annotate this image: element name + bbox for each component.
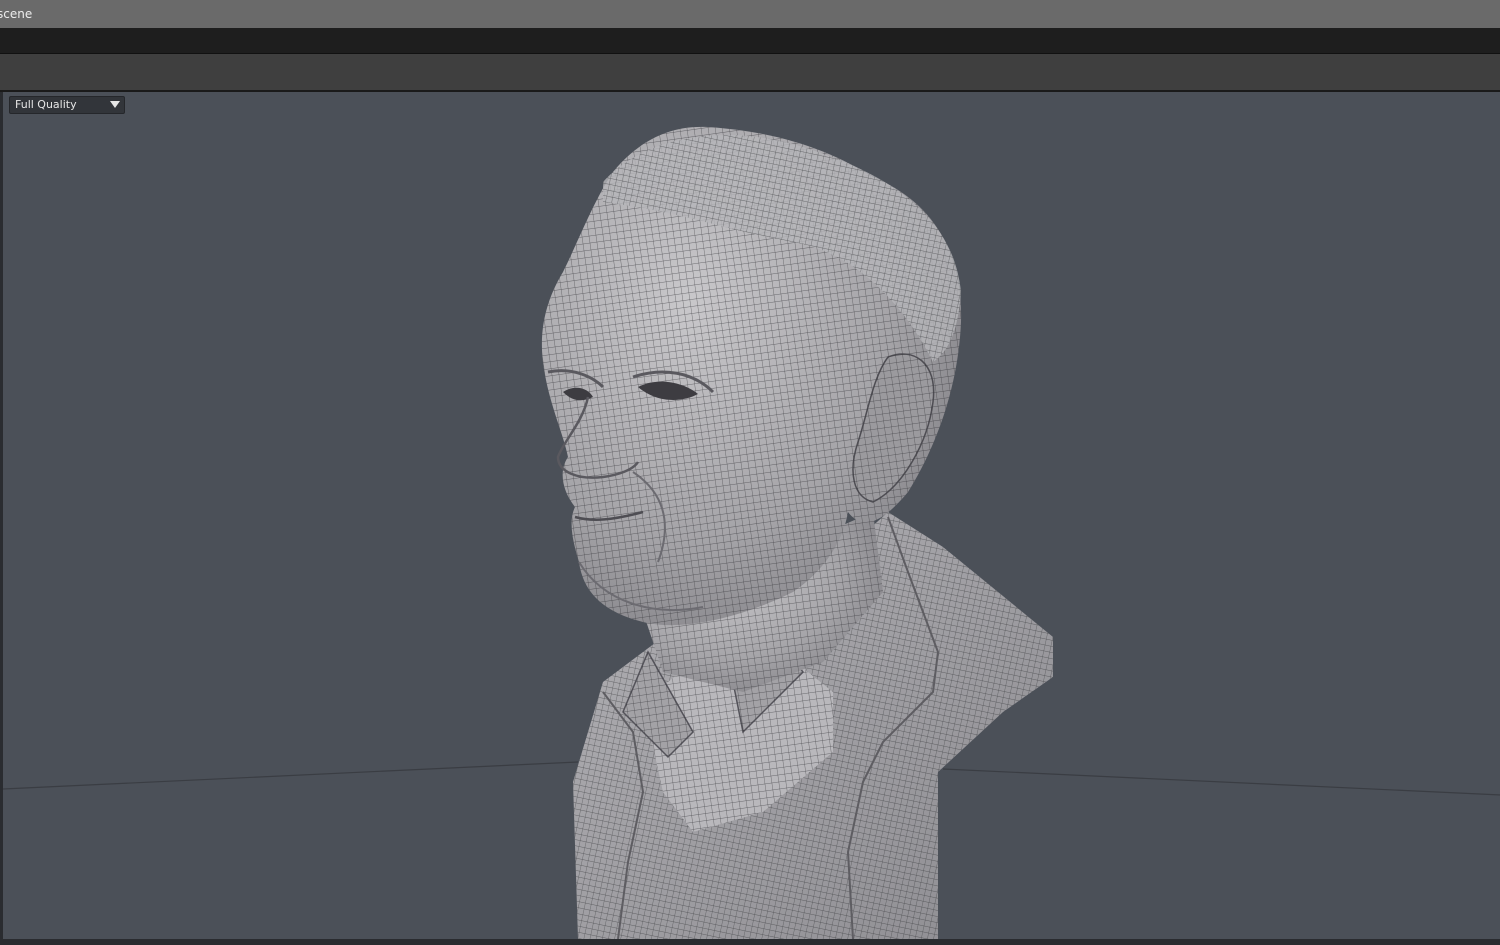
quality-dropdown-value: Full Quality <box>15 98 77 111</box>
viewport-scene <box>3 126 1500 939</box>
window-titlebar: scene <box>0 0 1500 28</box>
toolbar <box>0 54 1500 92</box>
window-title: scene <box>0 7 33 21</box>
bottom-border <box>0 939 1500 945</box>
menu-bar <box>0 28 1500 54</box>
quality-dropdown[interactable]: Full Quality <box>9 96 125 114</box>
ground-grid-line-left <box>3 761 579 790</box>
3d-viewport[interactable]: Full Quality <box>2 92 1500 939</box>
ground-grid-line-right <box>942 768 1500 796</box>
chevron-down-icon <box>110 101 120 108</box>
